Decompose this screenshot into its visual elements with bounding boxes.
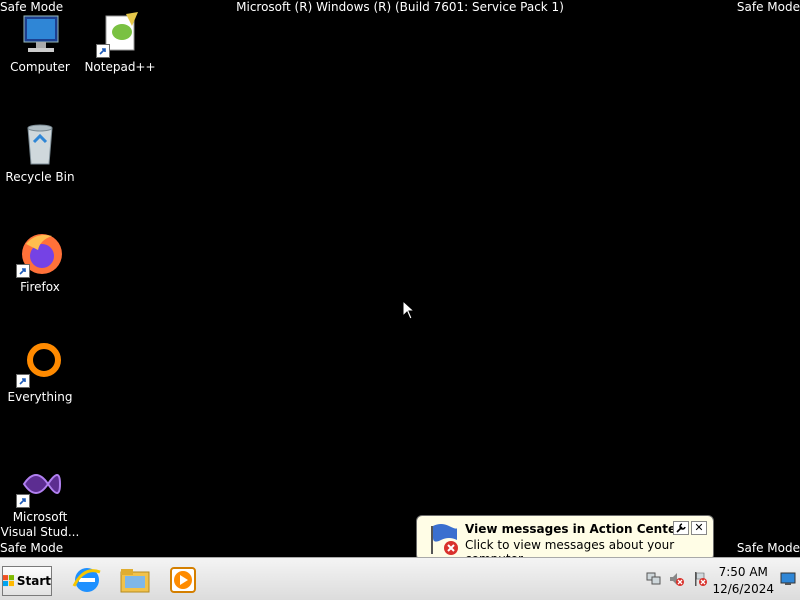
safe-mode-label-bottom-left: Safe Mode <box>0 541 64 555</box>
media-player-icon <box>170 567 196 593</box>
desktop-icon-label: Microsoft Visual Stud... <box>0 510 80 539</box>
recycle-bin-icon <box>16 120 64 168</box>
taskbar: Start 7:50 AM 12/6/2024 <box>0 557 800 600</box>
desktop-icon-firefox[interactable]: Firefox <box>0 230 80 295</box>
taskbar-pinned-media-player[interactable] <box>166 564 200 596</box>
desktop-icon-label: Notepad++ <box>84 60 156 74</box>
shortcut-arrow-icon <box>16 374 30 388</box>
desktop-icon-recycle-bin[interactable]: Recycle Bin <box>0 120 80 185</box>
taskbar-pinned-internet-explorer[interactable] <box>70 564 104 596</box>
shortcut-arrow-icon <box>96 44 110 58</box>
desktop-icon-everything[interactable]: Everything <box>0 340 80 405</box>
desktop-icon-visual-studio[interactable]: Microsoft Visual Stud... <box>0 460 80 540</box>
notepadpp-icon <box>96 10 144 58</box>
mouse-cursor-icon <box>402 300 416 320</box>
desktop-icon-notepadpp[interactable]: Notepad++ <box>80 10 160 75</box>
visual-studio-icon <box>16 460 64 508</box>
computer-icon <box>16 10 64 58</box>
internet-explorer-icon <box>72 568 101 592</box>
shortcut-arrow-icon <box>16 494 30 508</box>
action-center-tray-icon[interactable] <box>692 571 708 587</box>
everything-icon <box>16 340 64 388</box>
shortcut-arrow-icon <box>16 264 30 278</box>
start-label: Start <box>16 574 51 588</box>
start-button[interactable]: Start <box>2 566 52 596</box>
balloon-title: View messages in Action Center <box>465 522 682 536</box>
clock-time: 7:50 AM <box>718 565 768 579</box>
desktop-icon-label: Firefox <box>20 280 60 294</box>
taskbar-clock[interactable]: 7:50 AM 12/6/2024 <box>712 564 774 598</box>
show-desktop-icon[interactable] <box>780 572 796 586</box>
clock-date: 12/6/2024 <box>712 582 774 596</box>
volume-muted-tray-icon[interactable] <box>668 571 684 587</box>
action-center-balloon[interactable]: View messages in Action Center Click to … <box>416 515 717 574</box>
action-center-flag-icon <box>431 524 458 555</box>
system-tray: 7:50 AM 12/6/2024 <box>640 560 800 598</box>
desktop-icon-label: Everything <box>7 390 73 404</box>
taskbar-pinned-file-explorer[interactable] <box>118 564 152 596</box>
desktop-icon-label: Recycle Bin <box>5 170 75 184</box>
file-explorer-icon <box>120 569 150 593</box>
desktop-icon-label: Computer <box>10 60 70 74</box>
safe-mode-label-bottom-right: Safe Mode <box>736 541 800 555</box>
balloon-close-button[interactable]: ✕ <box>691 521 707 535</box>
network-tray-icon[interactable] <box>646 571 662 587</box>
firefox-icon <box>16 230 64 278</box>
windows-logo-icon <box>3 575 15 587</box>
balloon-options-wrench-icon[interactable] <box>673 521 689 535</box>
desktop-icon-computer[interactable]: Computer <box>0 10 80 75</box>
